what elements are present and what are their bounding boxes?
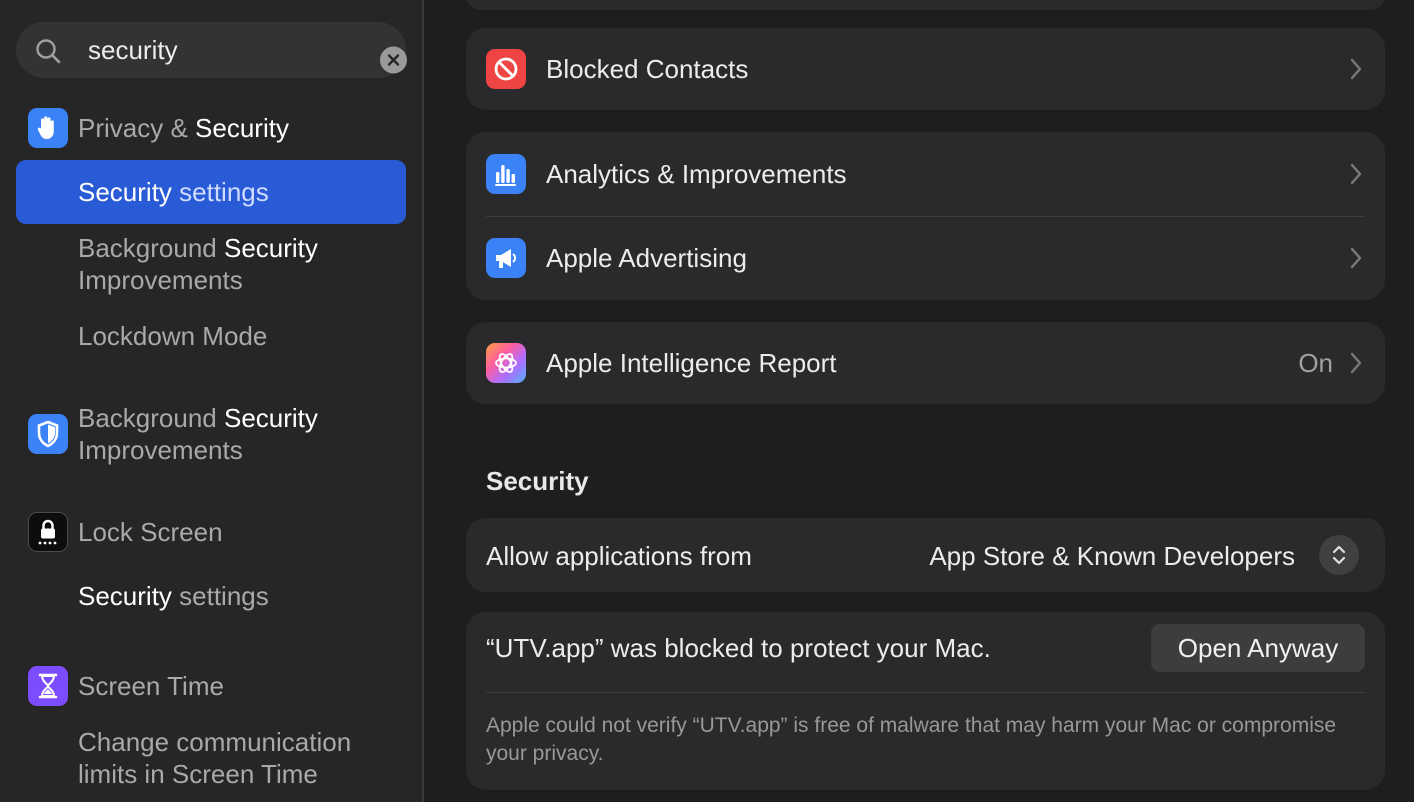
blocked-contacts-row[interactable]: Blocked Contacts [466,28,1385,110]
allow-applications-value[interactable]: App Store & Known Developers [929,540,1295,572]
allow-applications-label: Allow applications from [486,541,752,571]
sidebar-item-label: Security settings [78,177,269,207]
chevron-up-down-icon [1332,545,1346,565]
sidebar-subitem-lock-security-settings[interactable]: Security settings [0,580,424,614]
allow-applications-popup-button[interactable] [1319,535,1359,575]
lock-icon [28,512,68,552]
sidebar-item-label: Privacy & Security [78,113,289,143]
sidebar-item-privacy-security[interactable]: Privacy & Security [0,108,424,148]
clear-search-icon[interactable] [380,46,407,74]
open-anyway-button[interactable]: Open Anyway [1151,624,1365,672]
chevron-right-icon [1350,352,1362,374]
malware-warning-text: Apple could not verify “UTV.app” is free… [486,714,1337,765]
blocked-contacts-card: Blocked Contacts [466,28,1385,110]
sidebar-subitem-lockdown-mode[interactable]: Lockdown Mode [0,320,424,354]
search-field[interactable] [16,22,407,78]
sidebar: Privacy & Security Security settings Bac… [0,0,424,802]
chevron-right-icon [1350,247,1362,269]
sidebar-item-lock-screen[interactable]: Lock Screen [0,512,424,552]
analytics-advertising-card: Analytics & Improvements Apple Advertisi… [466,132,1385,300]
shield-icon [28,414,68,454]
chevron-right-icon [1350,58,1362,80]
allow-applications-card: Allow applications from App Store & Know… [466,518,1385,592]
apple-intelligence-row[interactable]: Apple Intelligence Report On [466,322,1385,404]
search-icon [36,39,61,64]
apple-intelligence-card: Apple Intelligence Report On [466,322,1385,404]
apple-intelligence-icon [486,343,526,383]
megaphone-icon [486,238,526,278]
sidebar-item-label: Lockdown Mode [78,321,268,351]
sidebar-item-label: Change communication limits in Screen Tim… [78,727,352,789]
sidebar-item-label: Security settings [78,581,269,611]
blocked-app-card: “UTV.app” was blocked to protect your Ma… [466,612,1385,790]
sidebar-item-security-settings-selected[interactable]: Security settings [16,160,406,224]
row-label: Blocked Contacts [546,54,749,84]
chevron-right-icon [1350,163,1362,185]
apple-advertising-row[interactable]: Apple Advertising [466,216,1385,300]
intelligence-status-value: On [1298,348,1333,378]
sidebar-subitem-communication-limits[interactable]: Change communication limits in Screen Tim… [0,726,424,792]
main-content: Blocked Contacts Analytics & Improvement… [426,0,1414,802]
row-divider [486,692,1365,693]
previous-card-edge [466,0,1385,10]
sidebar-subitem-background-security[interactable]: Background Security Improvements [0,232,424,298]
hourglass-icon [28,666,68,706]
privacy-hand-icon [28,108,68,148]
sidebar-item-screen-time[interactable]: Screen Time [0,666,424,706]
blocked-app-message: “UTV.app” was blocked to protect your Ma… [486,633,991,663]
sidebar-item-label: Lock Screen [78,517,223,547]
sidebar-item-label: Background Security Improvements [78,403,318,465]
blocked-icon [486,49,526,89]
row-label: Analytics & Improvements [546,159,847,189]
search-input[interactable] [88,34,368,66]
row-label: Apple Intelligence Report [546,348,837,378]
analytics-row[interactable]: Analytics & Improvements [466,132,1385,216]
security-section-title: Security [486,466,589,496]
analytics-chart-icon [486,154,526,194]
row-label: Apple Advertising [546,243,747,273]
sidebar-item-label: Background Security Improvements [78,233,318,295]
settings-window: Privacy & Security Security settings Bac… [0,0,1414,802]
sidebar-item-background-security[interactable]: Background Security Improvements [0,402,424,468]
sidebar-item-label: Screen Time [78,671,224,701]
